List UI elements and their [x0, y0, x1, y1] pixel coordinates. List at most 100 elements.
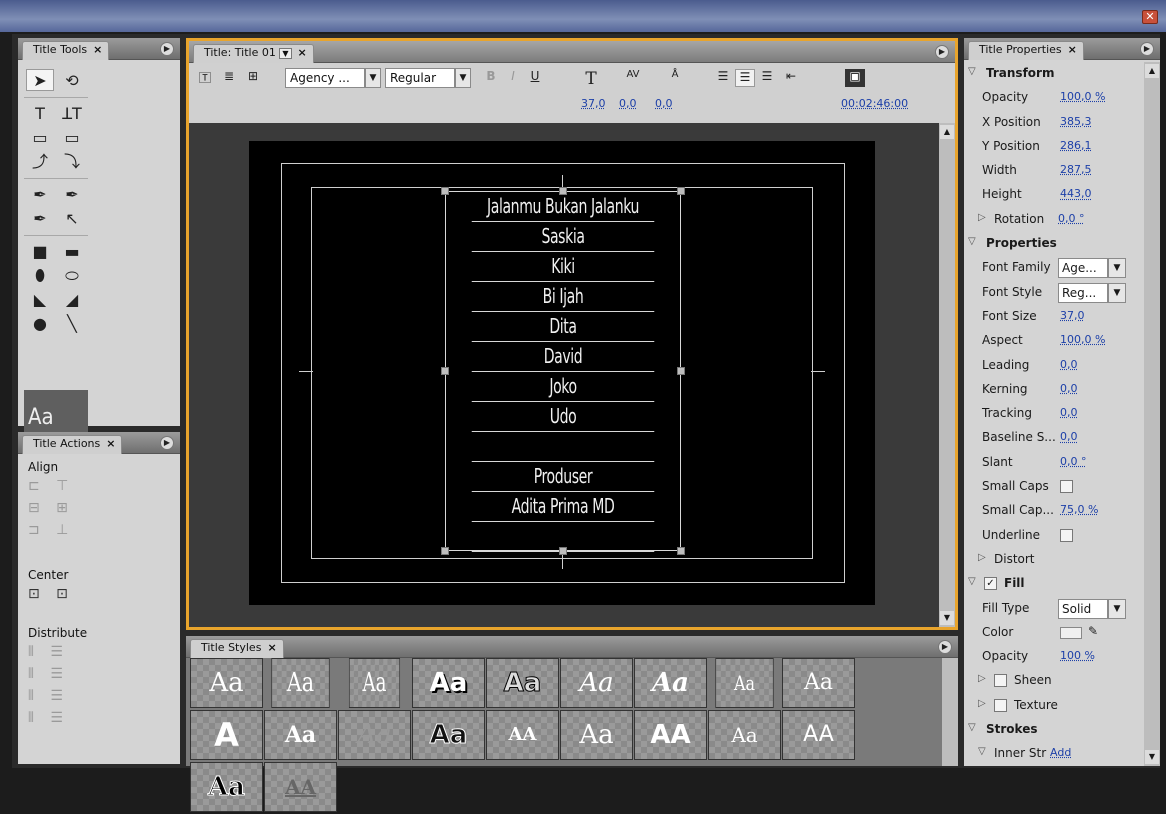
style-swatch-item[interactable]: A	[190, 710, 263, 760]
panel-menu-icon[interactable]: ▶	[935, 45, 949, 59]
new-title-icon[interactable]: 🅃	[195, 69, 215, 87]
close-icon[interactable]: ×	[93, 43, 102, 56]
title-text-line[interactable]	[471, 432, 655, 462]
leading-value[interactable]: 0,0	[655, 97, 673, 110]
style-swatch-item[interactable]: AA	[782, 710, 855, 760]
section-properties[interactable]: ▽ Properties	[964, 232, 1144, 256]
property-value[interactable]: 100,0 %	[1060, 90, 1105, 103]
distribute-buttons-4[interactable]: ⫴ ☰	[28, 710, 88, 726]
vertical-area-type-tool-icon[interactable]: ▭	[58, 127, 86, 149]
scroll-up-icon[interactable]: ▲	[940, 125, 954, 139]
title-text-line[interactable]: Jalanmu Bukan Jalanku	[471, 192, 655, 222]
style-swatch-item[interactable]: AA	[264, 762, 337, 812]
font-style-select[interactable]: Reg...	[1058, 282, 1108, 303]
style-swatch-item[interactable]: Aa	[190, 762, 263, 812]
tab-stop-icon[interactable]: ⇤	[781, 69, 801, 87]
scroll-down-icon[interactable]: ▼	[940, 611, 954, 625]
tab-title-actions[interactable]: Title Actions ×	[22, 435, 123, 454]
resize-handle[interactable]	[677, 187, 685, 195]
property-value[interactable]: 286,1	[1060, 139, 1092, 152]
align-end-buttons[interactable]: ⊐ ⊥	[28, 522, 88, 538]
style-swatch-item[interactable]: Aa	[338, 710, 411, 760]
title-text-line[interactable]: Produser	[471, 462, 655, 492]
property-value[interactable]: 385,3	[1060, 115, 1092, 128]
title-canvas-area[interactable]: Jalanmu Bukan Jalanku Saskia Kiki Bi Ijah Di…	[189, 123, 939, 627]
property-value[interactable]: 100,0 %	[1060, 333, 1105, 346]
underline-checkbox[interactable]	[1060, 528, 1073, 542]
resize-handle[interactable]	[441, 547, 449, 555]
tab-title-01[interactable]: Title: Title 01 ▼ ×	[193, 44, 314, 63]
style-swatch-item[interactable]: Aa	[708, 710, 781, 760]
rotation-tool-icon[interactable]: ⟲	[58, 70, 86, 92]
panel-menu-icon[interactable]: ▶	[938, 640, 952, 654]
style-swatch-item[interactable]: Aa	[271, 658, 330, 708]
style-swatch-item[interactable]: Aa	[412, 710, 485, 760]
convert-anchor-tool-icon[interactable]: ↖	[58, 208, 86, 230]
resize-handle[interactable]	[441, 187, 449, 195]
wedge-tool-icon[interactable]: ◣	[26, 289, 54, 311]
close-icon[interactable]: ×	[267, 641, 276, 654]
distribute-buttons-2[interactable]: ⫴ ☰	[28, 666, 88, 682]
tab-title-styles[interactable]: Title Styles ×	[190, 639, 284, 658]
pen-tool-icon[interactable]: ✒	[26, 184, 54, 206]
font-size-value[interactable]: 37,0	[581, 97, 606, 110]
align-center-icon[interactable]: ☰	[735, 69, 755, 87]
title-text-line[interactable]: Saskia	[471, 222, 655, 252]
style-swatch-item[interactable]: Aa	[634, 658, 707, 708]
property-value[interactable]: 0,0	[1060, 430, 1078, 443]
title-text-line[interactable]: Joko	[471, 372, 655, 402]
vertical-path-type-tool-icon[interactable]: ⤵	[58, 151, 86, 173]
property-value[interactable]: 37,0	[1060, 309, 1085, 322]
title-menu-arrow-icon[interactable]: ▼	[279, 48, 292, 59]
tab-stops-icon[interactable]: ⊞	[243, 69, 263, 87]
title-text-line[interactable]: Adita Prima MD	[471, 492, 655, 522]
collapsed-triangle-icon[interactable]: ▷	[978, 698, 986, 709]
style-swatch-item[interactable]: Aa	[412, 658, 485, 708]
underline-icon[interactable]: U	[525, 69, 545, 87]
rounded-corner-tool-icon[interactable]: ⬭	[58, 265, 86, 287]
editor-scrollbar[interactable]: ▲ ▼	[939, 123, 955, 627]
styles-scrollbar[interactable]	[942, 658, 958, 766]
add-anchor-tool-icon[interactable]: ✒	[26, 208, 54, 230]
rounded-rectangle-tool-icon[interactable]: ▬	[58, 241, 86, 263]
arc-tool-icon[interactable]: ◢	[58, 289, 86, 311]
vertical-type-tool-icon[interactable]: ꓕT	[58, 103, 86, 125]
clipped-corner-tool-icon[interactable]: ⬮	[26, 265, 54, 287]
align-center-buttons[interactable]: ⊟ ⊞	[28, 500, 88, 516]
selection-tool-icon[interactable]: ➤	[26, 69, 54, 91]
chevron-down-icon[interactable]: ▼	[1108, 258, 1126, 279]
collapsed-triangle-icon[interactable]: ▷	[978, 552, 986, 563]
tab-title-properties[interactable]: Title Properties ×	[968, 41, 1084, 60]
style-swatch-item[interactable]: AA	[486, 710, 559, 760]
resize-handle[interactable]	[677, 547, 685, 555]
panel-menu-icon[interactable]: ▶	[160, 436, 174, 450]
center-buttons[interactable]: ⊡ ⊡	[28, 586, 88, 602]
style-swatch-item[interactable]: Aa	[264, 710, 337, 760]
kerning-value[interactable]: 0,0	[619, 97, 637, 110]
area-type-tool-icon[interactable]: ▭	[26, 127, 54, 149]
collapsed-triangle-icon[interactable]: ▷	[978, 673, 986, 684]
bold-icon[interactable]: B	[481, 69, 501, 87]
resize-handle[interactable]	[559, 547, 567, 555]
font-family-dropdown[interactable]: Agency ...	[285, 68, 365, 88]
tab-title-tools[interactable]: Title Tools ×	[22, 41, 110, 60]
ellipse-tool-icon[interactable]: ●	[26, 313, 54, 335]
type-tool-icon[interactable]: T	[26, 103, 54, 125]
fill-color-swatch[interactable]	[1060, 626, 1082, 639]
section-strokes[interactable]: ▽ Strokes	[964, 718, 1144, 742]
title-text-line[interactable]: Kiki	[471, 252, 655, 282]
style-swatch-item[interactable]: AA	[634, 710, 707, 760]
close-icon[interactable]: ×	[106, 437, 115, 450]
panel-menu-icon[interactable]: ▶	[1140, 42, 1154, 56]
section-transform[interactable]: ▽ Transform	[964, 62, 1144, 86]
chevron-down-icon[interactable]: ▼	[455, 68, 471, 88]
close-icon[interactable]: ×	[1068, 43, 1077, 56]
roll-crawl-options-icon[interactable]: ≣	[219, 69, 239, 87]
eyedropper-icon[interactable]: ✎	[1088, 624, 1098, 638]
style-swatch-item[interactable]: Aa	[348, 658, 401, 708]
align-right-icon[interactable]: ☰	[757, 69, 777, 87]
chevron-down-icon[interactable]: ▼	[1108, 282, 1126, 303]
prop-distort[interactable]: ▷ Distort	[964, 548, 1144, 572]
panel-menu-icon[interactable]: ▶	[160, 42, 174, 56]
property-value[interactable]: 0,0	[1060, 406, 1078, 419]
